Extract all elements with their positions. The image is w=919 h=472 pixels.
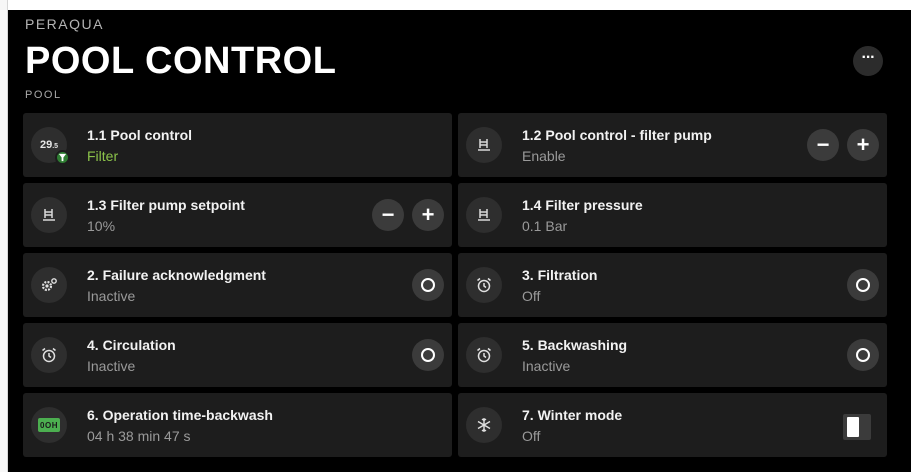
pool-control-panel: PERAQUA POOL CONTROL POOL ··· 29.5 1.1 P… bbox=[8, 10, 911, 472]
card-title: 2. Failure acknowledgment bbox=[87, 266, 266, 283]
toggle-button[interactable] bbox=[847, 269, 879, 301]
card-operation-time-backwash[interactable]: 0OH 6. Operation time-backwash 04 h 38 m… bbox=[23, 393, 452, 457]
brand-label: PERAQUA bbox=[25, 16, 104, 32]
card-state: 10% bbox=[87, 217, 116, 234]
card-winter-mode[interactable]: 7. Winter mode Off bbox=[458, 393, 887, 457]
snowflake-icon bbox=[466, 407, 502, 443]
winter-mode-switch[interactable] bbox=[843, 414, 871, 440]
filter-icon bbox=[55, 150, 70, 165]
alarm-clock-icon bbox=[466, 267, 502, 303]
card-backwashing[interactable]: 5. Backwashing Inactive bbox=[458, 323, 887, 387]
card-pool-control[interactable]: 29.5 1.1 Pool control Filter bbox=[23, 113, 452, 177]
gear-icon bbox=[31, 267, 67, 303]
increase-button[interactable]: + bbox=[847, 129, 879, 161]
temperature-badge: 29.5 bbox=[31, 127, 70, 165]
area-label: POOL bbox=[25, 89, 62, 101]
temperature-value: 29.5 bbox=[39, 139, 59, 151]
card-filtration[interactable]: 3. Filtration Off bbox=[458, 253, 887, 317]
alarm-clock-icon bbox=[466, 337, 502, 373]
card-filter-pump-setpoint[interactable]: 1.3 Filter pump setpoint 10% − + bbox=[23, 183, 452, 247]
card-circulation[interactable]: 4. Circulation Inactive bbox=[23, 323, 452, 387]
card-state: Off bbox=[522, 287, 541, 304]
card-title: 4. Circulation bbox=[87, 336, 176, 353]
decrease-button[interactable]: − bbox=[807, 129, 839, 161]
card-title: 7. Winter mode bbox=[522, 406, 623, 423]
control-grid: 29.5 1.1 Pool control Filter 1.2 Pool co… bbox=[23, 113, 887, 457]
card-title: 1.1 Pool control bbox=[87, 126, 193, 143]
pump-icon bbox=[466, 127, 502, 163]
card-title: 1.4 Filter pressure bbox=[522, 196, 643, 213]
card-state: Off bbox=[522, 427, 541, 444]
more-options-button[interactable]: ··· bbox=[853, 46, 883, 76]
pump-icon bbox=[31, 197, 67, 233]
card-title: 1.2 Pool control - filter pump bbox=[522, 126, 712, 143]
window-left-edge bbox=[0, 0, 8, 472]
card-state: Inactive bbox=[522, 357, 571, 374]
hour-counter-icon: 0OH bbox=[31, 407, 67, 443]
toggle-button[interactable] bbox=[412, 339, 444, 371]
card-state: Inactive bbox=[87, 357, 136, 374]
toggle-button[interactable] bbox=[412, 269, 444, 301]
alarm-clock-icon bbox=[31, 337, 67, 373]
card-state: 0.1 Bar bbox=[522, 217, 568, 234]
card-state: Enable bbox=[522, 147, 566, 164]
card-title: 6. Operation time-backwash bbox=[87, 406, 273, 423]
card-filter-pressure[interactable]: 1.4 Filter pressure 0.1 Bar bbox=[458, 183, 887, 247]
card-title: 3. Filtration bbox=[522, 266, 598, 283]
card-state: 04 h 38 min 47 s bbox=[87, 427, 191, 444]
toggle-button[interactable] bbox=[847, 339, 879, 371]
decrease-button[interactable]: − bbox=[372, 199, 404, 231]
card-failure-acknowledgment[interactable]: 2. Failure acknowledgment Inactive bbox=[23, 253, 452, 317]
card-title: 1.3 Filter pump setpoint bbox=[87, 196, 245, 213]
card-filter-pump[interactable]: 1.2 Pool control - filter pump Enable − … bbox=[458, 113, 887, 177]
card-state: Filter bbox=[87, 147, 119, 164]
page-title: POOL CONTROL bbox=[25, 40, 337, 82]
increase-button[interactable]: + bbox=[412, 199, 444, 231]
card-title: 5. Backwashing bbox=[522, 336, 628, 353]
pump-icon bbox=[466, 197, 502, 233]
card-state: Inactive bbox=[87, 287, 136, 304]
